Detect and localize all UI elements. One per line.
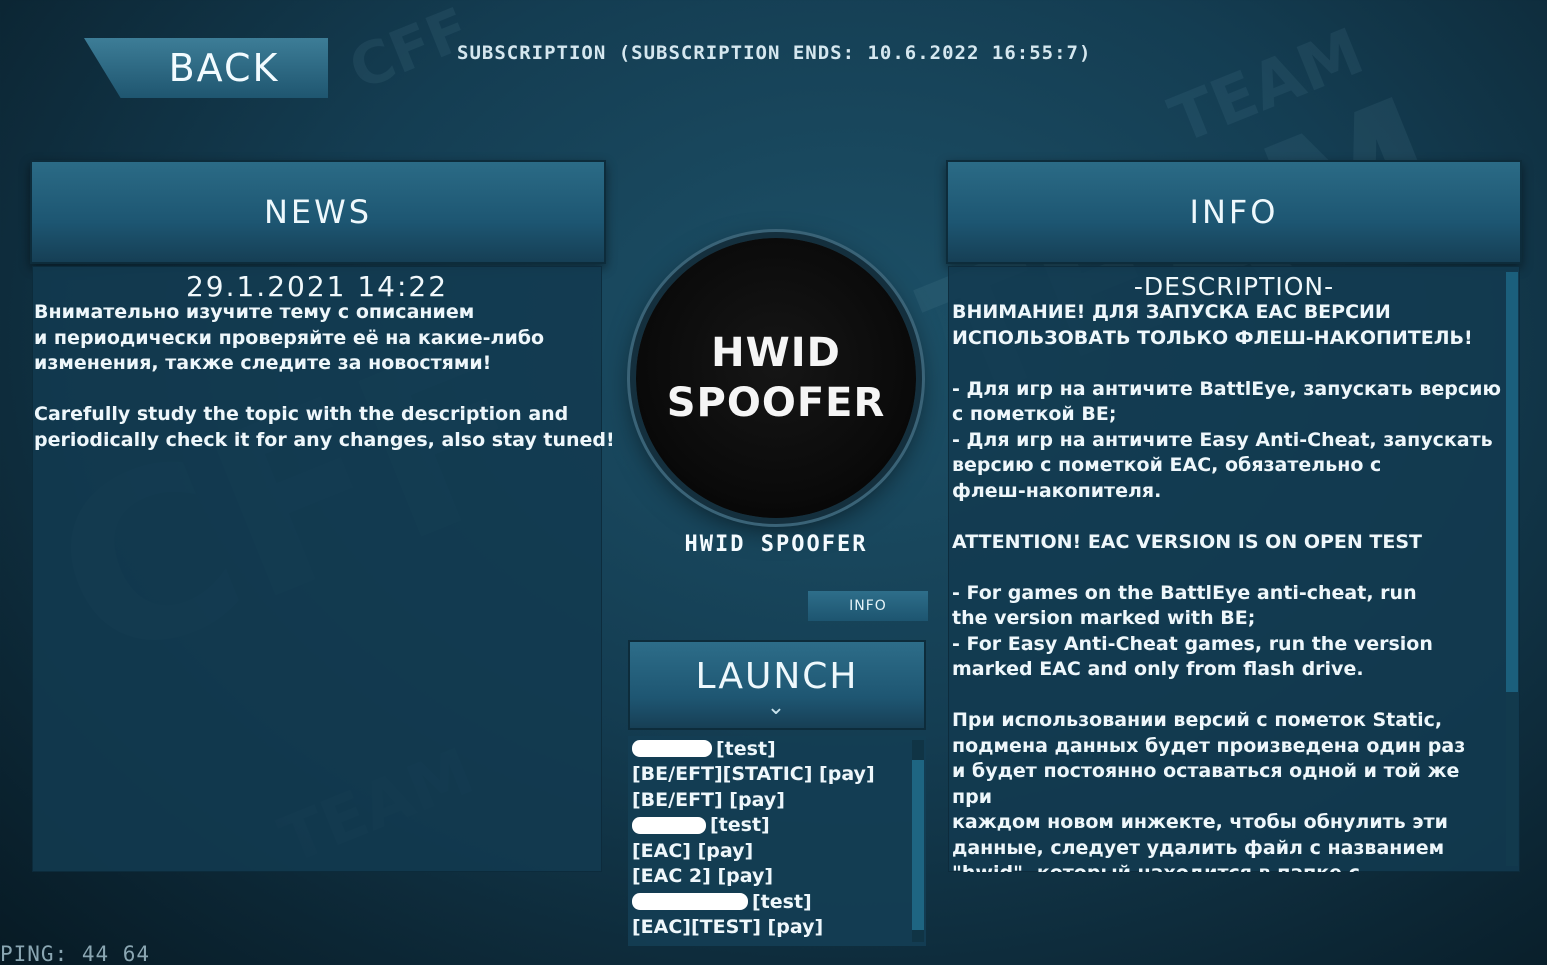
version-list-scroll-thumb[interactable] <box>912 760 924 930</box>
version-items: [test] [BE/EFT][STATIC] [pay] [BE/EFT] [pa… <box>628 736 926 940</box>
version-item[interactable]: [test] <box>628 813 926 839</box>
product-logo-line1: HWID <box>711 330 841 376</box>
news-text-ru: Внимательно изучите тему с описанием и п… <box>34 301 545 374</box>
version-list-scrollbar[interactable] <box>912 740 924 942</box>
version-item[interactable]: [BE/EFT][STATIC] [pay] <box>628 762 926 788</box>
ping-readout: PING: 44 64 <box>0 942 151 965</box>
version-item-label: [EAC] [pay] <box>632 839 754 862</box>
news-title: NEWS <box>263 193 373 231</box>
version-item-label: [EAC][TEST] [pay] <box>632 916 824 939</box>
version-item[interactable]: [EAC][TEST] [pay] <box>628 915 926 941</box>
news-header: NEWS <box>30 160 606 264</box>
version-item[interactable]: [test] <box>628 889 926 915</box>
subscription-status: SUBSCRIPTION (SUBSCRIPTION ENDS: 10.6.20… <box>457 42 1092 64</box>
redacted-name <box>632 740 712 758</box>
chevron-down-icon: ⌄ <box>766 694 788 720</box>
version-item-label: [test] <box>716 737 776 760</box>
product-logo-line2: SPOOFER <box>666 380 886 426</box>
info-heading: -DESCRIPTION- <box>1133 272 1335 301</box>
version-item-label: [BE/EFT] [pay] <box>632 788 785 811</box>
version-item[interactable]: [EAC] [pay] <box>628 838 926 864</box>
version-item-label: [EAC 2] [pay] <box>632 865 774 888</box>
redacted-name <box>632 893 748 911</box>
version-item[interactable]: [EAC 2] [pay] <box>628 864 926 890</box>
launch-label: LAUNCH <box>695 655 859 697</box>
product-name: HWID SPOOFER <box>684 532 868 557</box>
product-info-button[interactable]: INFO <box>808 591 928 621</box>
info-panel: -DESCRIPTION- ВНИМАНИЕ! ДЛЯ ЗАПУСКА EAC … <box>948 266 1520 872</box>
info-title: INFO <box>1189 193 1279 231</box>
watermark-team-top: TEAM <box>1160 14 1374 159</box>
launch-button[interactable]: LAUNCH ⌄ <box>628 640 926 730</box>
version-item-label: [test] <box>752 890 812 913</box>
info-scrollbar[interactable] <box>1506 272 1518 866</box>
product-info-label: INFO <box>849 598 887 614</box>
news-date: 29.1.2021 14:22 <box>185 270 449 303</box>
version-item-label: [test] <box>710 814 770 837</box>
product-logo: HWID SPOOFER <box>636 238 916 518</box>
info-header: INFO <box>946 160 1522 264</box>
version-item-label: [BE/EFT][STATIC] [pay] <box>632 763 875 786</box>
info-scroll-thumb[interactable] <box>1506 272 1518 692</box>
back-button-label: BACK <box>168 46 280 90</box>
news-text-en: Carefully study the topic with the descr… <box>34 403 615 451</box>
version-item[interactable]: [BE/EFT] [pay] <box>628 787 926 813</box>
version-item[interactable]: [test] <box>628 736 926 762</box>
version-list[interactable]: [test] [BE/EFT][STATIC] [pay] [BE/EFT] [pa… <box>628 736 926 946</box>
back-button[interactable]: BACK <box>84 38 328 98</box>
info-body: ВНИМАНИЕ! ДЛЯ ЗАПУСКА EAC ВЕРСИИ ИСПОЛЬЗ… <box>952 301 1501 872</box>
redacted-name <box>632 816 706 834</box>
